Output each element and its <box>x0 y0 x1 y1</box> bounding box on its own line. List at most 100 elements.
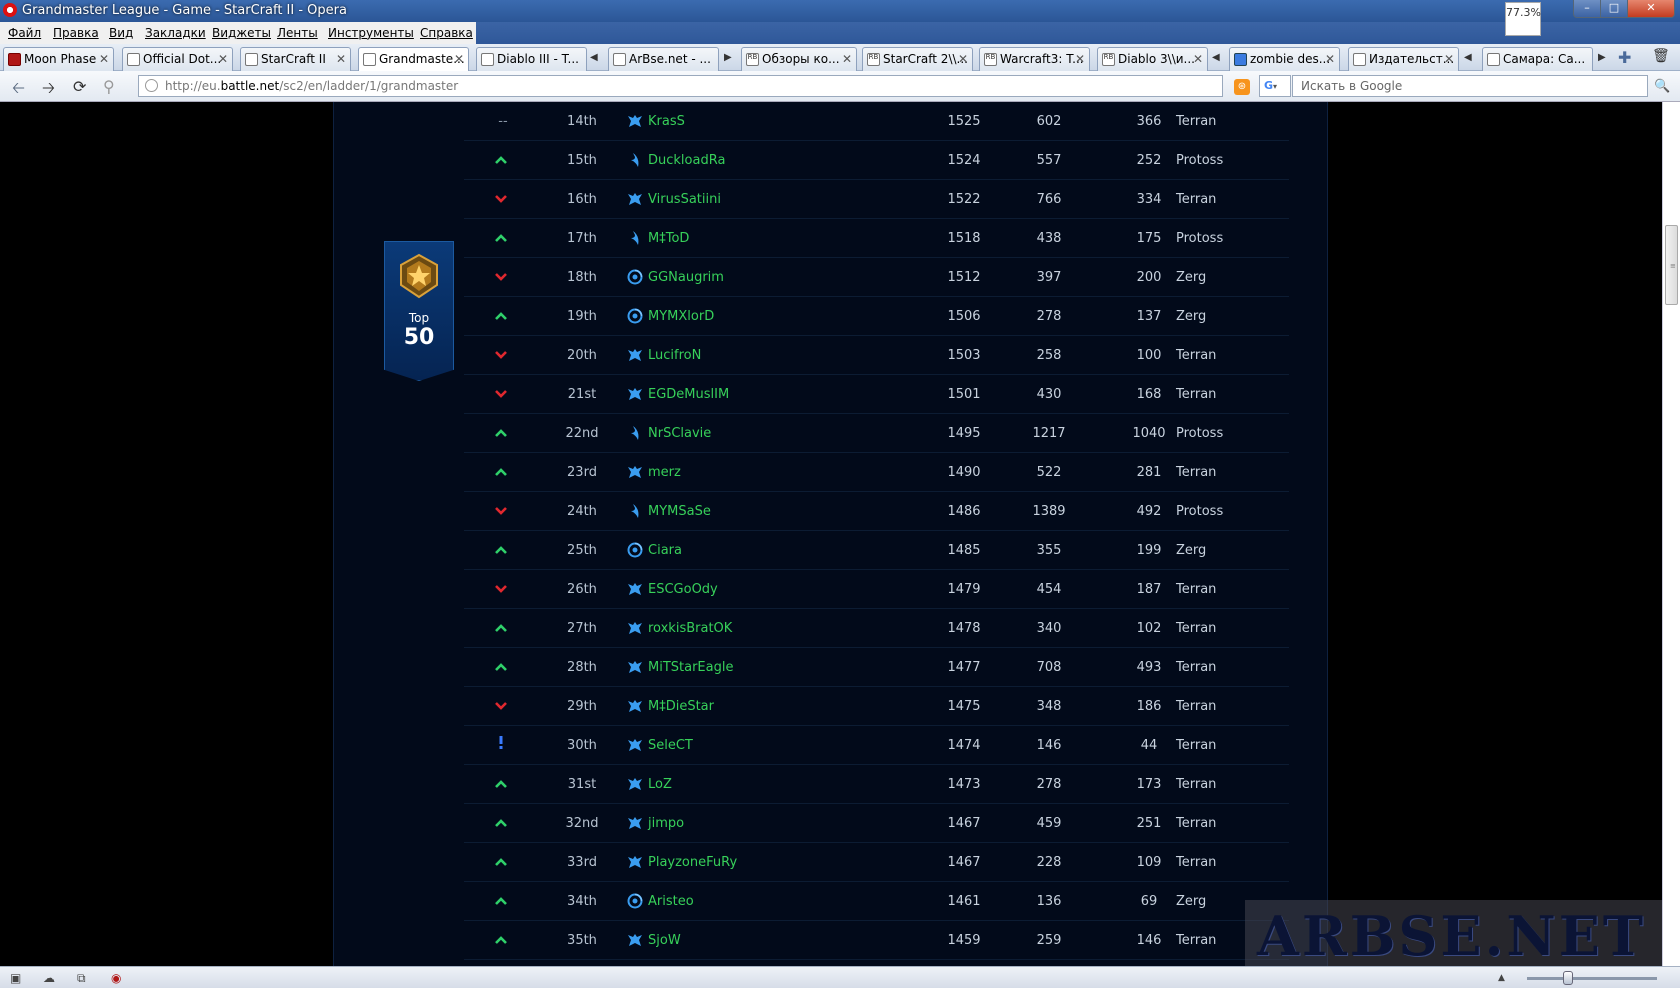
tab-official-dota[interactable]: Official Dot... ✕ <box>122 47 233 71</box>
turbo-icon[interactable]: ◉ <box>111 971 121 985</box>
player-name-link[interactable]: MiTStarEagle <box>648 660 733 675</box>
player-name-link[interactable]: MYMXlorD <box>648 309 714 324</box>
search-engine-selector[interactable]: G▾ <box>1259 75 1291 97</box>
page-icon <box>1234 53 1247 66</box>
maximize-button[interactable]: □ <box>1600 0 1628 18</box>
wins-cell: 228 <box>1036 855 1062 870</box>
tab-starcraft-ii[interactable]: StarCraft II ✕ <box>240 47 351 71</box>
race-cell: Protoss <box>1176 426 1224 441</box>
player-name-link[interactable]: Ciara <box>648 543 682 558</box>
tab-group-arrow-icon[interactable]: ▶ <box>1598 52 1606 63</box>
rank-cell: 34th <box>567 894 597 909</box>
ladder-row: -- 14th KrasS 1525 602 366 Terran <box>464 102 1289 141</box>
tab-diablo-iii[interactable]: Diablo III - T... <box>476 47 587 71</box>
tab-moon-phase[interactable]: Moon Phase ✕ <box>3 47 114 71</box>
tab-izdatelstvo[interactable]: Издательст... ✕ <box>1348 47 1459 71</box>
player-name-link[interactable]: ESCGoOdy <box>648 582 718 597</box>
tab-warcraft3[interactable]: RB Warcraft3: T... ✕ <box>979 47 1090 71</box>
menu-view[interactable]: Вид <box>109 26 133 40</box>
menu-help[interactable]: Справка <box>420 26 473 40</box>
close-tab-icon[interactable]: ✕ <box>958 52 968 66</box>
close-tab-icon[interactable]: ✕ <box>336 52 346 66</box>
tab-grandmaster[interactable]: Grandmaste... ✕ <box>358 47 469 72</box>
wins-cell: 438 <box>1036 231 1062 246</box>
player-name-link[interactable]: SjoW <box>648 933 681 948</box>
tab-label: Самара: Са... <box>1503 52 1586 66</box>
menu-feeds[interactable]: Ленты <box>277 26 318 40</box>
tab-starcraft-2[interactable]: RB StarCraft 2\\... ✕ <box>862 47 973 71</box>
vertical-scrollbar[interactable]: ≡ <box>1662 102 1680 966</box>
player-name-link[interactable]: EGDeMuslIM <box>648 387 729 402</box>
player-name-link[interactable]: VirusSatiini <box>648 192 721 207</box>
new-tab-icon[interactable]: ✚ <box>1618 48 1631 67</box>
player-name-link[interactable]: NrSClavie <box>648 426 711 441</box>
ladder-row: 29th M‡DieStar 1475 348 186 Terran <box>464 687 1289 726</box>
zoom-slider-track[interactable] <box>1527 977 1657 980</box>
close-tab-icon[interactable]: ✕ <box>218 52 228 66</box>
menu-tools[interactable]: Инструменты <box>328 26 414 40</box>
zoom-slider-knob[interactable] <box>1563 971 1573 985</box>
race-cell: Zerg <box>1176 543 1207 558</box>
tab-group-arrow-icon[interactable]: ◀ <box>1464 52 1472 63</box>
menu-edit[interactable]: Правка <box>53 26 99 40</box>
player-name-link[interactable]: Aristeo <box>648 894 694 909</box>
rss-feed-icon[interactable]: ⊛ <box>1234 79 1250 95</box>
search-input[interactable]: Искать в Google <box>1292 75 1648 97</box>
zoom-arrow-icon[interactable]: ▲ <box>1498 973 1505 983</box>
player-name-link[interactable]: roxkisBratOK <box>648 621 732 636</box>
close-tab-icon[interactable]: ✕ <box>1075 52 1085 66</box>
player-name-link[interactable]: LoZ <box>648 777 672 792</box>
tab-samara[interactable]: Самара: Са... <box>1482 47 1593 71</box>
page-icon <box>613 53 626 66</box>
menu-widgets[interactable]: Виджеты <box>212 26 271 40</box>
opera-unite-icon[interactable]: ☁ <box>43 971 55 985</box>
back-icon[interactable]: 🡠 <box>12 77 25 104</box>
tab-group-arrow-icon[interactable]: ▶ <box>724 52 732 63</box>
close-tab-icon[interactable]: ✕ <box>1325 52 1335 66</box>
player-name-link[interactable]: DuckloadRa <box>648 153 725 168</box>
share-icon[interactable]: ⧉ <box>77 971 86 986</box>
player-name-link[interactable]: merz <box>648 465 681 480</box>
close-window-button[interactable]: ✕ <box>1627 0 1675 18</box>
player-name-link[interactable]: MYMSaSe <box>648 504 711 519</box>
tab-arbse[interactable]: ArBse.net - ... <box>608 47 719 71</box>
close-tab-icon[interactable]: ✕ <box>1193 52 1203 66</box>
tab-zombie[interactable]: zombie des... ✕ <box>1229 47 1340 71</box>
forward-icon[interactable]: 🡢 <box>42 77 55 104</box>
minimize-button[interactable]: – <box>1573 0 1601 18</box>
tab-obzory[interactable]: RB Обзоры ко... ✕ <box>741 47 857 71</box>
player-name-link[interactable]: SeleCT <box>648 738 693 753</box>
tab-diablo-3[interactable]: RB Diablo 3\\и... ✕ <box>1097 47 1208 71</box>
tab-group-arrow-icon[interactable]: ◀ <box>590 52 598 63</box>
close-tab-icon[interactable]: ✕ <box>1444 52 1454 66</box>
site-info-icon[interactable] <box>145 79 158 92</box>
rank-cell: 29th <box>567 699 597 714</box>
trash-icon[interactable]: 🗑 <box>1652 48 1670 64</box>
player-name-link[interactable]: KrasS <box>648 114 685 129</box>
close-tab-icon[interactable]: ✕ <box>454 52 464 66</box>
tab-label: Diablo 3\\и... <box>1118 52 1195 66</box>
tab-group-arrow-icon[interactable]: ◀ <box>1212 52 1220 63</box>
wand-key-icon[interactable]: ⚲ <box>103 77 115 96</box>
player-name-link[interactable]: PlayzoneFuRy <box>648 855 737 870</box>
points-cell: 1490 <box>947 465 981 480</box>
menu-file[interactable]: Файл <box>8 26 41 40</box>
close-tab-icon[interactable]: ✕ <box>842 52 852 66</box>
player-name-link[interactable]: M‡DieStar <box>648 699 714 714</box>
reload-icon[interactable]: ⟳ <box>73 77 86 96</box>
player-name-link[interactable]: LucifroN <box>648 348 701 363</box>
losses-cell: 173 <box>1136 777 1162 792</box>
ladder-row: 17th M‡ToD 1518 438 175 Protoss <box>464 219 1289 258</box>
search-icon[interactable]: 🔍 <box>1654 79 1670 94</box>
terran-race-icon <box>627 737 643 753</box>
ladder-row: 33rd PlayzoneFuRy 1467 228 109 Terran <box>464 843 1289 882</box>
scrollbar-thumb[interactable]: ≡ <box>1665 225 1678 305</box>
url-field[interactable]: http://eu.battle.net/sc2/en/ladder/1/gra… <box>138 75 1223 97</box>
close-tab-icon[interactable]: ✕ <box>99 52 109 66</box>
player-name-link[interactable]: GGNaugrim <box>648 270 724 285</box>
player-name-link[interactable]: jimpo <box>648 816 684 831</box>
menu-bookmarks[interactable]: Закладки <box>145 26 206 40</box>
panel-toggle-icon[interactable]: ▣ <box>10 971 21 985</box>
player-name-link[interactable]: M‡ToD <box>648 231 689 246</box>
losses-cell: 100 <box>1136 348 1162 363</box>
